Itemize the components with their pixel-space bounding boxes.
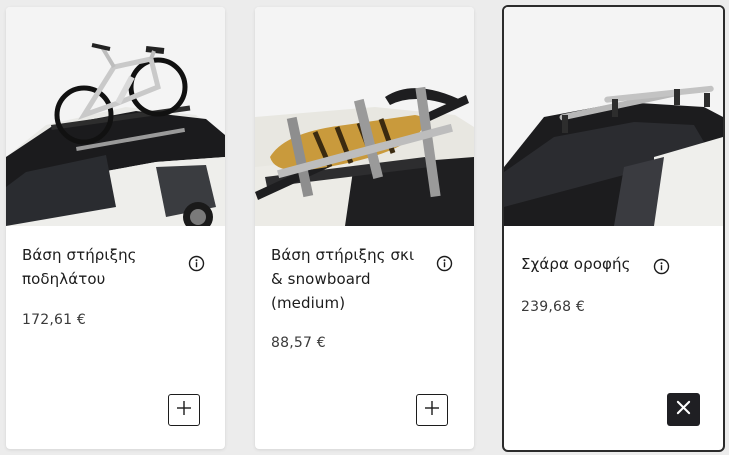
product-card-roof-rack[interactable]: Σχάρα οροφής 239,68 €: [502, 5, 725, 452]
product-card-bike-carrier[interactable]: Βάση στήριξης ποδηλάτου 172,61 €: [6, 7, 225, 449]
product-price: 239,68 €: [521, 299, 585, 315]
product-card-ski-carrier[interactable]: Βάση στήριξης σκι & snowboard (medium) 8…: [255, 7, 474, 449]
add-button[interactable]: [168, 394, 200, 426]
info-icon[interactable]: [436, 255, 453, 272]
product-price: 88,57 €: [271, 335, 326, 351]
plus-icon: [176, 400, 192, 420]
product-title: Σχάρα οροφής: [521, 255, 631, 273]
add-button[interactable]: [416, 394, 448, 426]
plus-icon: [424, 400, 440, 420]
product-title: Βάση στήριξης ποδηλάτου: [22, 246, 137, 288]
roof-rack-image: [504, 7, 723, 226]
product-price: 172,61 €: [22, 312, 86, 328]
close-icon: [676, 400, 691, 419]
product-title: Βάση στήριξης σκι & snowboard (medium): [271, 246, 415, 312]
bike-carrier-image: [6, 7, 225, 226]
info-icon[interactable]: [188, 255, 205, 272]
ski-snowboard-carrier-image: [255, 7, 474, 226]
accessory-carousel: Βάση στήριξης ποδηλάτου 172,61 € Βάση στ…: [0, 0, 729, 455]
info-icon[interactable]: [653, 258, 670, 275]
remove-button[interactable]: [667, 393, 700, 426]
